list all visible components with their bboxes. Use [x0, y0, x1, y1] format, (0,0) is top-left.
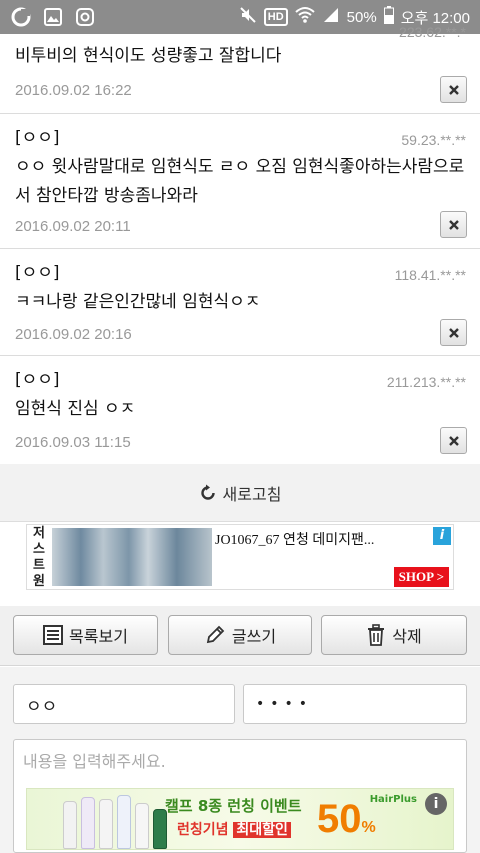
comment-body: 임현식 진심 ㅇㅈ	[15, 399, 136, 419]
promo-subline-highlight: 최대할인	[233, 822, 291, 838]
comment-ip: 118.41.**.**	[394, 267, 466, 283]
app-notification-icon	[10, 6, 32, 28]
comment-date: 2016.09.02 20:11	[15, 218, 131, 235]
close-icon	[448, 327, 459, 338]
ad-info-icon[interactable]: i	[425, 793, 447, 815]
comment-list: 223.62.**.* 비투비의 현식이도 성량좋고 잘합니다 2016.09.…	[0, 24, 480, 464]
list-button-label: 목록보기	[69, 627, 128, 646]
action-bar: 목록보기 글쓰기 삭제	[0, 606, 480, 666]
comment-item: [ㅇㅇ] 211.213.**.** 임현식 진심 ㅇㅈ 2016.09.03 …	[0, 356, 480, 464]
pencil-icon	[206, 625, 225, 644]
delete-comment-button[interactable]	[440, 427, 467, 454]
comment-ip: 223.62.**.*	[399, 24, 466, 40]
ad-brand: 저스트원	[33, 526, 45, 589]
ad-product-image[interactable]	[52, 528, 212, 586]
mute-icon	[239, 6, 257, 28]
close-icon	[448, 435, 459, 446]
close-icon	[448, 84, 459, 95]
promo-banner[interactable]: 캘프 8종 런칭 이벤트 런칭기념 최대할인 50% HairPlus i	[26, 788, 454, 850]
write-button-label: 글쓰기	[231, 627, 277, 646]
comment-item: 223.62.**.* 비투비의 현식이도 성량좋고 잘합니다 2016.09.…	[0, 24, 480, 114]
battery-percent: 50%	[346, 8, 377, 26]
promo-subline: 런칭기념 최대할인	[177, 819, 291, 839]
list-button[interactable]: 목록보기	[13, 615, 158, 655]
product-bottles-image	[63, 795, 167, 849]
comment-date: 2016.09.02 20:16	[15, 326, 132, 343]
comment-body: 비투비의 현식이도 성량좋고 잘합니다	[15, 46, 282, 66]
promo-discount: 50%	[317, 795, 376, 852]
delete-comment-button[interactable]	[440, 76, 467, 103]
comment-ip: 59.23.**.**	[401, 132, 466, 148]
ad-info-icon[interactable]: i	[433, 527, 451, 545]
trash-icon	[368, 624, 385, 646]
delete-comment-button[interactable]	[440, 319, 467, 346]
comment-body: ㅋㅋ나랑 같은인간많네 임현식ㅇㅈ	[15, 292, 261, 312]
password-input[interactable]: ••••	[243, 684, 467, 724]
comment-date: 2016.09.03 11:15	[15, 434, 131, 451]
hd-voice-badge: HD	[263, 8, 288, 26]
comment-ip: 211.213.**.**	[386, 374, 466, 390]
promo-discount-unit: %	[361, 819, 376, 836]
comment-body: ㅇㅇ 윗사람말대로 임현식도 ㄹㅇ 오짐 임현식좋아하는사람으로서 참안타깝 방…	[15, 157, 465, 206]
promo-subline-prefix: 런칭기념	[177, 822, 229, 838]
refresh-icon	[200, 484, 215, 500]
wifi-icon	[294, 6, 315, 28]
signal-icon	[322, 6, 340, 28]
comment-author: [ㅇㅇ]	[15, 263, 60, 283]
comment-date: 2016.09.02 16:22	[15, 82, 132, 99]
close-icon	[448, 219, 459, 230]
comment-item: [ㅇㅇ] 118.41.**.** ㅋㅋ나랑 같은인간많네 임현식ㅇㅈ 2016…	[0, 249, 480, 356]
ad-shop-button[interactable]: SHOP >	[393, 567, 449, 587]
gallery-icon	[42, 6, 64, 28]
delete-button-label: 삭제	[392, 627, 422, 646]
refresh-label: 새로고침	[222, 484, 282, 504]
delete-button[interactable]: 삭제	[321, 615, 467, 655]
ad-banner[interactable]: 저스트원 JO1067_67 연청 데미지팬... i SHOP >	[26, 524, 454, 590]
promo-brand-logo: HairPlus	[369, 794, 417, 805]
name-input[interactable]: ㅇㅇ	[13, 684, 235, 724]
comment-item: [ㅇㅇ] 59.23.**.** ㅇㅇ 윗사람말대로 임현식도 ㄹㅇ 오짐 임현…	[0, 114, 480, 249]
refresh-button[interactable]: 새로고침	[0, 464, 480, 522]
ad-title[interactable]: JO1067_67 연청 데미지팬...	[215, 529, 374, 549]
list-icon	[43, 625, 64, 645]
comment-author: [ㅇㅇ]	[15, 128, 60, 148]
promo-headline: 캘프 8종 런칭 이벤트	[165, 797, 302, 815]
promo-discount-value: 50	[317, 797, 362, 841]
write-button[interactable]: 글쓰기	[168, 615, 312, 655]
instagram-icon	[74, 6, 96, 28]
delete-comment-button[interactable]	[440, 211, 467, 238]
battery-icon	[383, 6, 394, 28]
comment-author: [ㅇㅇ]	[15, 370, 60, 390]
